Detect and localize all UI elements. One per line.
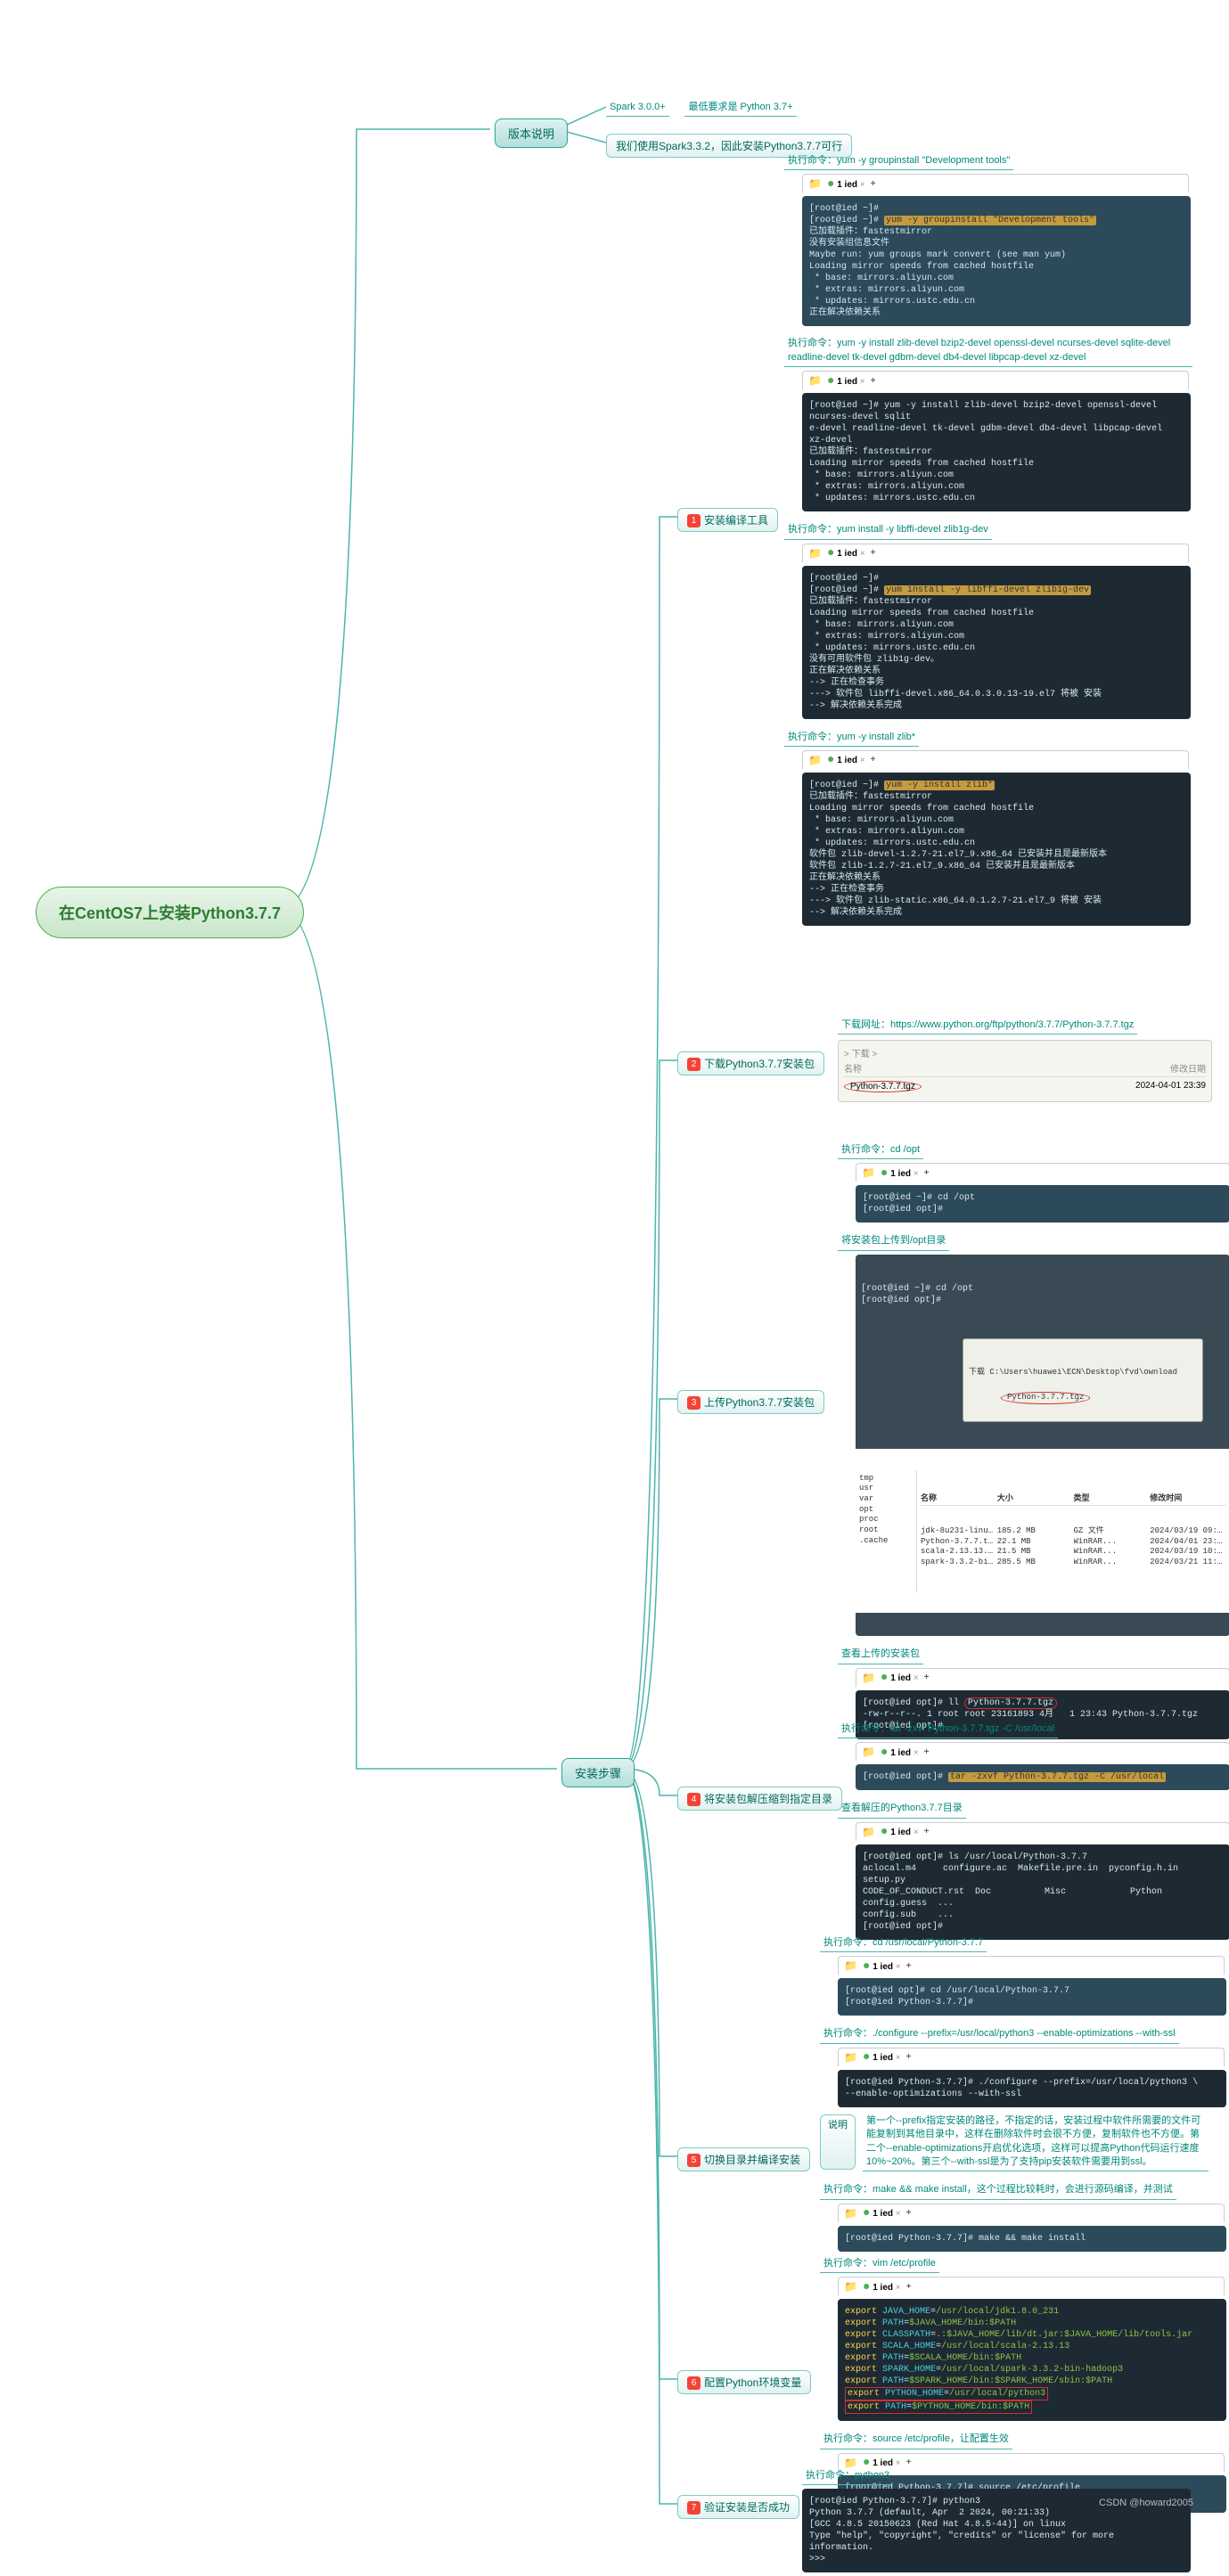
folder-icon: 📁 [808, 547, 822, 560]
terminal-tab-header: 📁 ● 1 ied × + [838, 2277, 1225, 2295]
cmd-label: 执行命令：cd /usr/local/Python-3.7.7 [820, 1934, 987, 1952]
terminal-output: [root@ied opt]# tar -zxvf Python-3.7.7.t… [856, 1764, 1229, 1790]
add-tab-icon[interactable]: + [924, 1827, 930, 1836]
branch-steps: 安装步骤 [561, 1758, 635, 1787]
terminal-tab-header: 📁 ● 1 ied × + [802, 371, 1189, 389]
terminal-tab-header: 📁 ● 1 ied × + [838, 1956, 1225, 1975]
download-window: > 下载 > 名称修改日期 Python-3.7.7.tgz 2024-04-0… [838, 1040, 1212, 1102]
terminal-tab-header: 📁 ● 1 ied × + [838, 2048, 1225, 2066]
version-py-req: 最低要求是 Python 3.7+ [684, 99, 796, 117]
step6-cmd1: 执行命令：vim /etc/profile [820, 2255, 939, 2273]
profile-editor: export JAVA_HOME=/usr/local/jdk1.8.0_231… [838, 2299, 1226, 2421]
folder-icon: 📁 [862, 1166, 875, 1179]
close-icon[interactable]: × [914, 1673, 919, 1683]
add-tab-icon[interactable]: + [906, 2282, 912, 2292]
terminal-tab-header: 📁 ● 1 ied × + [838, 2204, 1225, 2222]
step7-title: 7验证安装是否成功 [677, 2495, 799, 2519]
terminal-tab-header: 📁 ● 1 ied × + [802, 174, 1189, 192]
close-icon[interactable]: × [896, 2283, 901, 2293]
step6-title: 6配置Python环境变量 [677, 2370, 811, 2394]
close-icon[interactable]: × [896, 2209, 901, 2219]
step4-title: 4将安装包解压缩到指定目录 [677, 1787, 842, 1811]
terminal-output: [root@ied ~]# [root@ied ~]# yum install … [802, 566, 1191, 719]
terminal-tab-header: 📁 ● 1 ied × + [802, 750, 1189, 769]
add-tab-icon[interactable]: + [906, 1961, 912, 1971]
add-tab-icon[interactable]: + [871, 179, 876, 189]
close-icon[interactable]: × [896, 1962, 901, 1972]
add-tab-icon[interactable]: + [871, 755, 876, 765]
close-icon[interactable]: × [860, 180, 865, 190]
cmd-label: 执行命令：yum install -y libffi-devel zlib1g-… [784, 521, 992, 539]
terminal-output: [root@ied opt]# cd /usr/local/Python-3.7… [838, 1978, 1226, 2016]
watermark: CSDN @howard2005 [1099, 2498, 1193, 2508]
terminal-output: [root@ied ~]# [root@ied ~]# yum -y group… [802, 196, 1191, 326]
version-spark: Spark 3.0.0+ [606, 99, 669, 117]
terminal-output: [root@ied Python-3.7.7]# ./configure --p… [838, 2070, 1226, 2107]
cmd-label: 查看解压的Python3.7.7目录 [838, 1800, 966, 1818]
downloaded-file: Python-3.7.7.tgz [844, 1081, 922, 1092]
close-icon[interactable]: × [860, 756, 865, 765]
folder-icon: 📁 [844, 2207, 857, 2220]
terminal-tab-header: 📁 ● 1 ied × + [856, 1822, 1229, 1841]
cmd-label: 执行命令：source /etc/profile，让配置生效 [820, 2431, 1012, 2449]
folder-icon: 📁 [862, 1672, 875, 1684]
folder-icon: 📁 [808, 754, 822, 766]
folder-icon: 📁 [844, 2280, 857, 2293]
branch-version: 版本说明 [495, 119, 568, 148]
terminal-tab-header: 📁 ● 1 ied × + [802, 544, 1189, 562]
upload-label: 将安装包上传到/opt目录 [838, 1232, 949, 1250]
cmd-label: 执行命令：yum -y groupinstall "Development to… [784, 152, 1013, 170]
add-tab-icon[interactable]: + [871, 548, 876, 558]
add-tab-icon[interactable]: + [924, 1747, 930, 1757]
cmd-label: 执行命令：yum -y install zlib-devel bzip2-dev… [784, 335, 1192, 367]
terminal-output: [root@ied ~]# yum -y install zlib-devel … [802, 393, 1191, 511]
step5-title: 5切换目录并编译安装 [677, 2147, 810, 2171]
close-icon[interactable]: × [914, 1828, 919, 1837]
folder-icon: 📁 [808, 177, 822, 190]
terminal-output: [root@ied Python-3.7.7]# make && make in… [838, 2226, 1226, 2252]
root-node: 在CentOS7上安装Python3.7.7 [36, 887, 304, 938]
cmd-label: 执行命令：yum -y install zlib* [784, 729, 919, 747]
terminal-output: [root@ied opt]# ls /usr/local/Python-3.7… [856, 1844, 1229, 1940]
close-icon[interactable]: × [914, 1169, 919, 1179]
folder-icon: 📁 [844, 1959, 857, 1972]
folder-icon: 📁 [862, 1826, 875, 1838]
close-icon[interactable]: × [860, 549, 865, 559]
add-tab-icon[interactable]: + [924, 1672, 930, 1682]
add-tab-icon[interactable]: + [924, 1168, 930, 1178]
terminal-tab-header: 📁 ● 1 ied × + [856, 1668, 1229, 1687]
cmd-label: 执行命令：./configure --prefix=/usr/local/pyt… [820, 2025, 1179, 2043]
note-text: 第一个--prefix指定安装的路径，不指定的话，安装过程中软件所需要的文件可能… [863, 2113, 1209, 2172]
upload-dialog: [root@ied ~]# cd /opt[root@ied opt]# 下载 … [856, 1255, 1229, 1637]
note-label: 说明 [820, 2114, 856, 2171]
cmd-label: 执行命令：make && make install，这个过程比较耗时，会进行源码… [820, 2181, 1176, 2199]
folder-icon: 📁 [862, 1746, 875, 1758]
step2-title: 2下载Python3.7.7安装包 [677, 1051, 824, 1075]
close-icon[interactable]: × [860, 377, 865, 387]
add-tab-icon[interactable]: + [906, 2208, 912, 2218]
cmd-label: 执行命令：cd /opt [838, 1141, 923, 1159]
add-tab-icon[interactable]: + [871, 376, 876, 386]
folder-icon: 📁 [808, 374, 822, 387]
terminal-output: [root@ied ~]# cd /opt [root@ied opt]# [856, 1185, 1229, 1223]
step1-title: 1安装编译工具 [677, 508, 778, 532]
close-icon[interactable]: × [914, 1748, 919, 1758]
close-icon[interactable]: × [896, 2053, 901, 2063]
step7-cmd: 执行命令：python3 [802, 2467, 893, 2485]
terminal-output: [root@ied ~]# yum -y install zlib* 已加载插件… [802, 773, 1191, 926]
add-tab-icon[interactable]: + [906, 2052, 912, 2062]
step2-url: 下载网址：https://www.python.org/ftp/python/3… [838, 1017, 1137, 1034]
step3-title: 3上传Python3.7.7安装包 [677, 1390, 824, 1414]
cmd-label: 查看上传的安装包 [838, 1646, 923, 1664]
terminal-tab-header: 📁 ● 1 ied × + [856, 1163, 1229, 1182]
terminal-tab-header: 📁 ● 1 ied × + [856, 1742, 1229, 1761]
cmd-label: 执行命令：tar -zxvf Python-3.7.7.tgz -C /usr/… [838, 1721, 1058, 1738]
folder-icon: 📁 [844, 2051, 857, 2064]
